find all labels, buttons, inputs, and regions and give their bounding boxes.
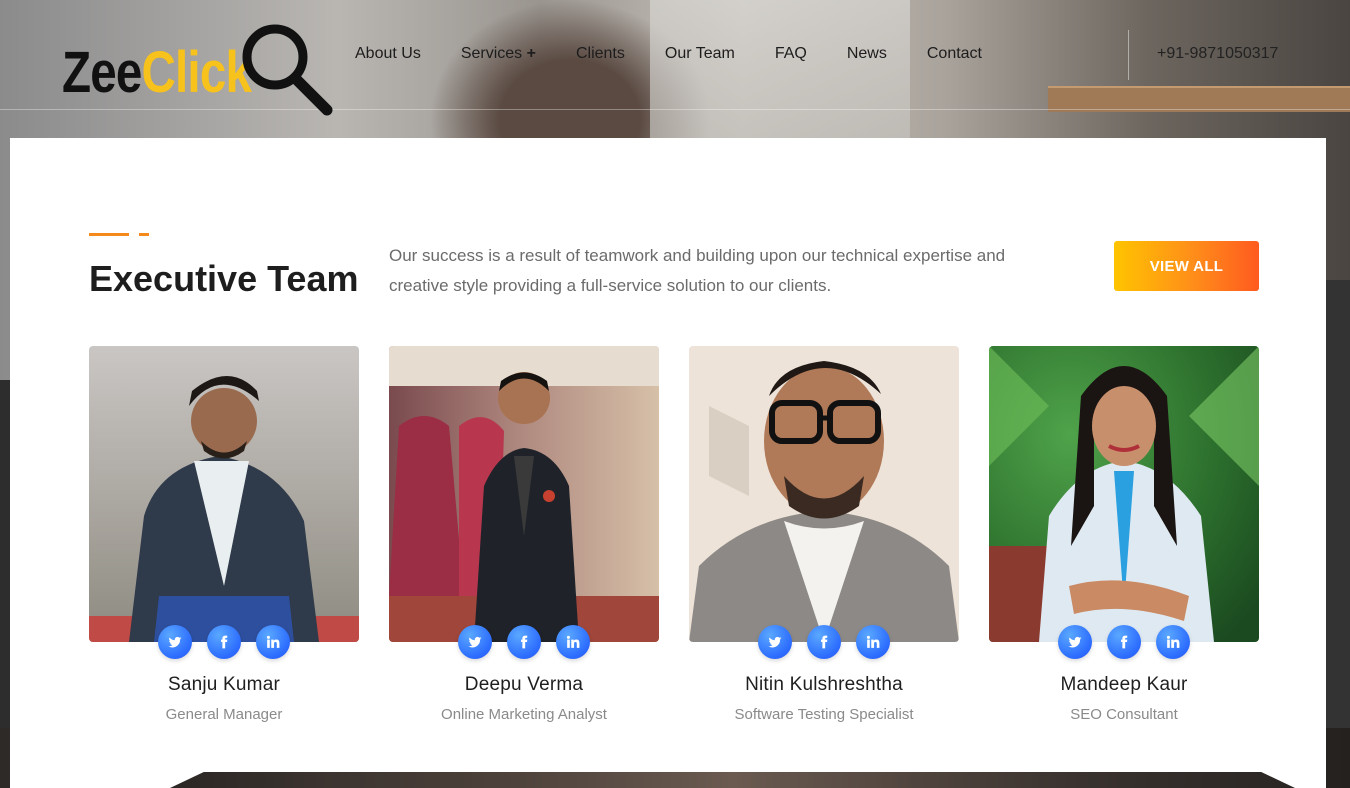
twitter-icon[interactable] [158,625,192,659]
member-photo[interactable] [389,346,659,642]
member-social-links [89,625,359,659]
linkedin-icon[interactable] [556,625,590,659]
nav-services-plus: + [526,45,536,62]
phone-number[interactable]: +91-9871050317 [1157,45,1278,63]
accent-dash-long [89,233,129,236]
bottom-background-strip [170,772,1295,788]
twitter-icon[interactable] [1058,625,1092,659]
section-description: Our success is a result of teamwork and … [389,246,1006,295]
linkedin-icon[interactable] [856,625,890,659]
linkedin-icon[interactable] [256,625,290,659]
nav-news[interactable]: News [847,45,887,63]
member-photo-illustration [689,346,959,642]
nav-services-label: Services [460,45,523,62]
linkedin-icon[interactable] [1156,625,1190,659]
team-member-card: Deepu Verma Online Marketing Analyst [389,346,659,723]
member-name: Nitin Kulshreshtha [745,674,903,695]
title-accent-line [89,233,149,236]
facebook-icon[interactable] [1107,625,1141,659]
member-role: General Manager [165,706,283,723]
team-member-card: Sanju Kumar General Manager [89,346,359,723]
member-social-links [389,625,659,659]
team-grid: Sanju Kumar General Manager Deepu Verma … [89,346,1259,723]
executive-team-section: Executive Team Our success is a result o… [10,138,1326,788]
logo-text-zee: Zee [62,40,142,105]
nav-about-us[interactable]: About Us [355,45,421,63]
twitter-icon[interactable] [458,625,492,659]
twitter-icon[interactable] [758,625,792,659]
phone-divider [1128,30,1129,80]
background-right-edge [1324,280,1350,788]
member-photo-illustration [89,346,359,642]
nav-services[interactable]: Services + [461,45,536,63]
nav-contact[interactable]: Contact [927,45,982,63]
member-role: SEO Consultant [1070,706,1178,723]
logo-text: ZeeClick [62,44,252,102]
member-name: Sanju Kumar [167,674,281,695]
team-member-card: Nitin Kulshreshtha Software Testing Spec… [689,346,959,723]
member-photo-illustration [989,346,1259,642]
member-photo-illustration [389,346,659,642]
section-title: Executive Team [89,258,359,299]
site-logo[interactable]: ZeeClick [62,22,337,117]
view-all-button[interactable]: VIEW ALL [1114,241,1259,291]
member-name: Deepu Verma [464,674,584,695]
member-photo[interactable] [989,346,1259,642]
facebook-icon[interactable] [807,625,841,659]
member-photo[interactable] [689,346,959,642]
member-name: Mandeep Kaur [1060,674,1188,695]
nav-faq[interactable]: FAQ [775,45,807,63]
main-nav: About Us Services + Clients Our Team FAQ… [355,45,1022,63]
nav-our-team[interactable]: Our Team [665,45,735,63]
facebook-icon[interactable] [507,625,541,659]
member-photo[interactable] [89,346,359,642]
member-social-links [689,625,959,659]
member-role: Online Marketing Analyst [441,706,607,723]
nav-clients[interactable]: Clients [576,45,625,63]
team-member-card: Mandeep Kaur SEO Consultant [989,346,1259,723]
member-social-links [989,625,1259,659]
accent-dash-short [139,233,149,236]
search-lens-icon [242,24,333,116]
site-header: ZeeClick About Us Services + Clients Our… [0,0,1350,116]
member-role: Software Testing Specialist [734,706,914,723]
facebook-icon[interactable] [207,625,241,659]
